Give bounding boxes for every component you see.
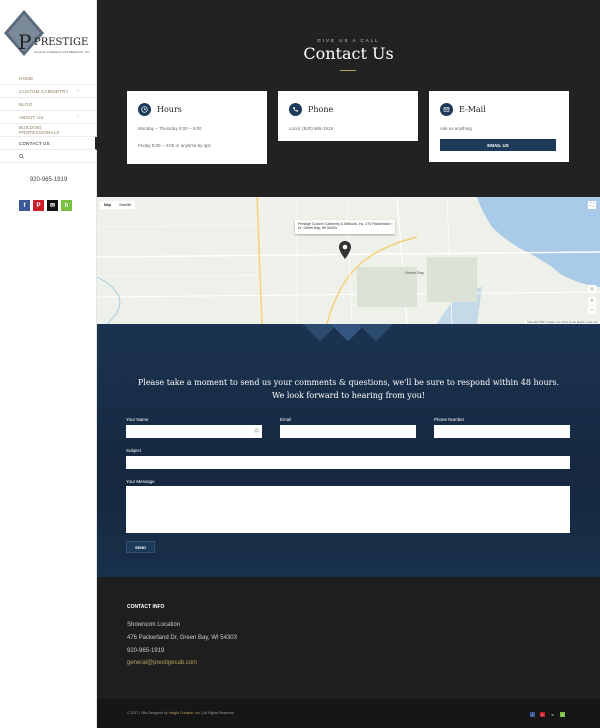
map-pin-icon[interactable] — [339, 241, 351, 259]
footer-text: © 2017 | Site Designed by Insight Creati… — [127, 711, 234, 715]
hours-title: Hours — [157, 104, 182, 114]
chevron-right-icon: › — [77, 114, 79, 120]
nav-item-about-us[interactable]: ABOUT US › — [0, 111, 97, 124]
nav-label: BLOG — [19, 101, 33, 107]
email-label: Email — [280, 417, 292, 422]
email-us-button[interactable]: EMAIL US — [440, 139, 556, 151]
showroom-label: Showroom Location — [127, 622, 181, 628]
map-type-control: Map Satellite — [100, 201, 136, 209]
rights: All Rights Reserved — [203, 711, 234, 715]
subject-input[interactable] — [126, 456, 570, 469]
nav-item-blog[interactable]: BLOG — [0, 98, 97, 111]
email-text: Ask us anything — [440, 126, 472, 131]
name-label: Your Name — [126, 417, 149, 422]
info-email-link[interactable]: general@prestigecab.com — [127, 660, 197, 666]
pinterest-icon[interactable]: P — [540, 712, 545, 717]
facebook-icon[interactable]: f — [530, 712, 535, 717]
contact-info-section: CONTACT INFO Showroom Location 476 Packe… — [97, 577, 600, 699]
email-input[interactable] — [280, 425, 416, 438]
map-info-window: Prestige Custom Cabinetry & Millwork, In… — [295, 220, 395, 234]
phone-input[interactable] — [434, 425, 570, 438]
email-icon[interactable]: ✉ — [550, 712, 555, 717]
nav-label: ABOUT US — [19, 114, 44, 120]
nav-label: HOME — [19, 75, 34, 81]
pinterest-icon[interactable]: P — [33, 200, 44, 211]
map-city-label: Green Bay — [405, 270, 424, 275]
chevron-right-icon: › — [77, 88, 79, 94]
envelope-icon — [440, 102, 453, 116]
facebook-icon[interactable]: f — [19, 200, 30, 211]
hours-card: Hours Monday – Thursday 8:00 – 5:00 Frid… — [127, 91, 267, 164]
houzz-icon[interactable]: h — [560, 712, 565, 717]
nav-item-contact-us[interactable]: CONTACT US — [0, 137, 97, 150]
map-tab-map[interactable]: Map — [100, 201, 115, 209]
email-title: E-Mail — [459, 104, 486, 114]
social-links: f P ✉ h — [19, 200, 72, 211]
designed-by: Site Designed by — [141, 711, 168, 715]
logo-tagline: Custom Cabinetry and Millwork, Inc. — [34, 50, 90, 54]
contact-hero: GIVE US A CALL Contact Us Hours Monday –… — [97, 0, 600, 197]
svg-text:P: P — [18, 30, 31, 54]
google-map[interactable]: Green Bay Map Satellite Prestige Custom … — [97, 197, 600, 324]
nav-label: CONTACT US — [19, 140, 50, 146]
subject-label: Subject — [126, 448, 142, 453]
close-icon[interactable]: × — [391, 221, 393, 226]
title-divider — [340, 70, 356, 71]
nav-item-custom-cabinetry[interactable]: CUSTOM CABINETRY › — [0, 85, 97, 98]
sidebar: P PRESTIGE Custom Cabinetry and Millwork… — [0, 0, 97, 728]
contact-form-section: Please take a moment to send us your com… — [97, 324, 600, 577]
contact-card-icon: ▤ — [254, 428, 259, 434]
logo[interactable]: P PRESTIGE Custom Cabinetry and Millwork… — [4, 8, 94, 66]
zoom-out-button[interactable]: − — [588, 306, 596, 314]
name-input[interactable]: ▤ — [126, 425, 262, 438]
map-tab-satellite[interactable]: Satellite — [115, 201, 135, 209]
zoom-in-button[interactable]: + — [588, 297, 596, 305]
send-button[interactable]: SEND — [126, 541, 155, 553]
designer-link[interactable]: Insight Creative, Inc. — [169, 711, 201, 715]
page-title: Contact Us — [303, 44, 394, 63]
houzz-icon[interactable]: h — [61, 200, 72, 211]
hours-weekdays: Monday – Thursday 8:00 – 5:00 — [138, 126, 202, 131]
nav-item-building-professionals[interactable]: BUILDING PROFESSIONALS — [0, 124, 97, 137]
hero-subtitle: GIVE US A CALL — [317, 38, 380, 43]
logo-wordmark: PRESTIGE — [34, 37, 88, 48]
info-phone[interactable]: 920-965-1919 — [127, 648, 164, 654]
copyright: © 2017 — [127, 711, 139, 715]
sidebar-phone[interactable]: 920-965-1919 — [0, 177, 97, 183]
nav-label: CUSTOM CABINETRY — [19, 88, 69, 94]
phone-icon — [289, 102, 302, 116]
footer-social: f P ✉ h — [530, 712, 565, 717]
nav-label: BUILDING PROFESSIONALS — [19, 125, 60, 135]
phone-card: Phone Local: (920) 965-1919 — [278, 91, 418, 141]
search-button[interactable] — [0, 150, 97, 163]
phone-label: Phone Number — [434, 417, 465, 422]
phone-local[interactable]: Local: (920) 965-1919 — [289, 126, 407, 131]
phone-title: Phone — [308, 104, 334, 114]
nav-item-home[interactable]: HOME — [0, 72, 97, 85]
email-card: E-Mail Ask us anything EMAIL US — [429, 91, 569, 162]
message-textarea[interactable] — [126, 486, 570, 533]
decor-diamond — [357, 324, 395, 342]
email-icon[interactable]: ✉ — [47, 200, 58, 211]
contact-info-heading: CONTACT INFO — [127, 604, 165, 610]
street-view-icon[interactable]: ☺ — [588, 285, 596, 293]
form-intro: Please take a moment to send us your com… — [137, 378, 560, 400]
clock-icon — [138, 102, 151, 116]
fullscreen-icon[interactable]: ⛶ — [588, 201, 596, 209]
message-label: Your Message — [126, 479, 155, 484]
address: 476 Packerland Dr, Green Bay, WI 54303 — [127, 635, 237, 641]
main-nav: HOME CUSTOM CABINETRY › BLOG ABOUT US › BU… — [0, 72, 97, 163]
footer: © 2017 | Site Designed by Insight Creati… — [97, 699, 600, 728]
search-icon — [19, 153, 24, 159]
main-content: GIVE US A CALL Contact Us Hours Monday –… — [97, 0, 600, 728]
map-info-text: Prestige Custom Cabinetry & Millwork, In… — [298, 222, 390, 230]
map-tiles: Green Bay — [97, 197, 600, 324]
hours-friday: Friday 8:00 – 4:00 or anytime by apt. — [138, 143, 212, 148]
